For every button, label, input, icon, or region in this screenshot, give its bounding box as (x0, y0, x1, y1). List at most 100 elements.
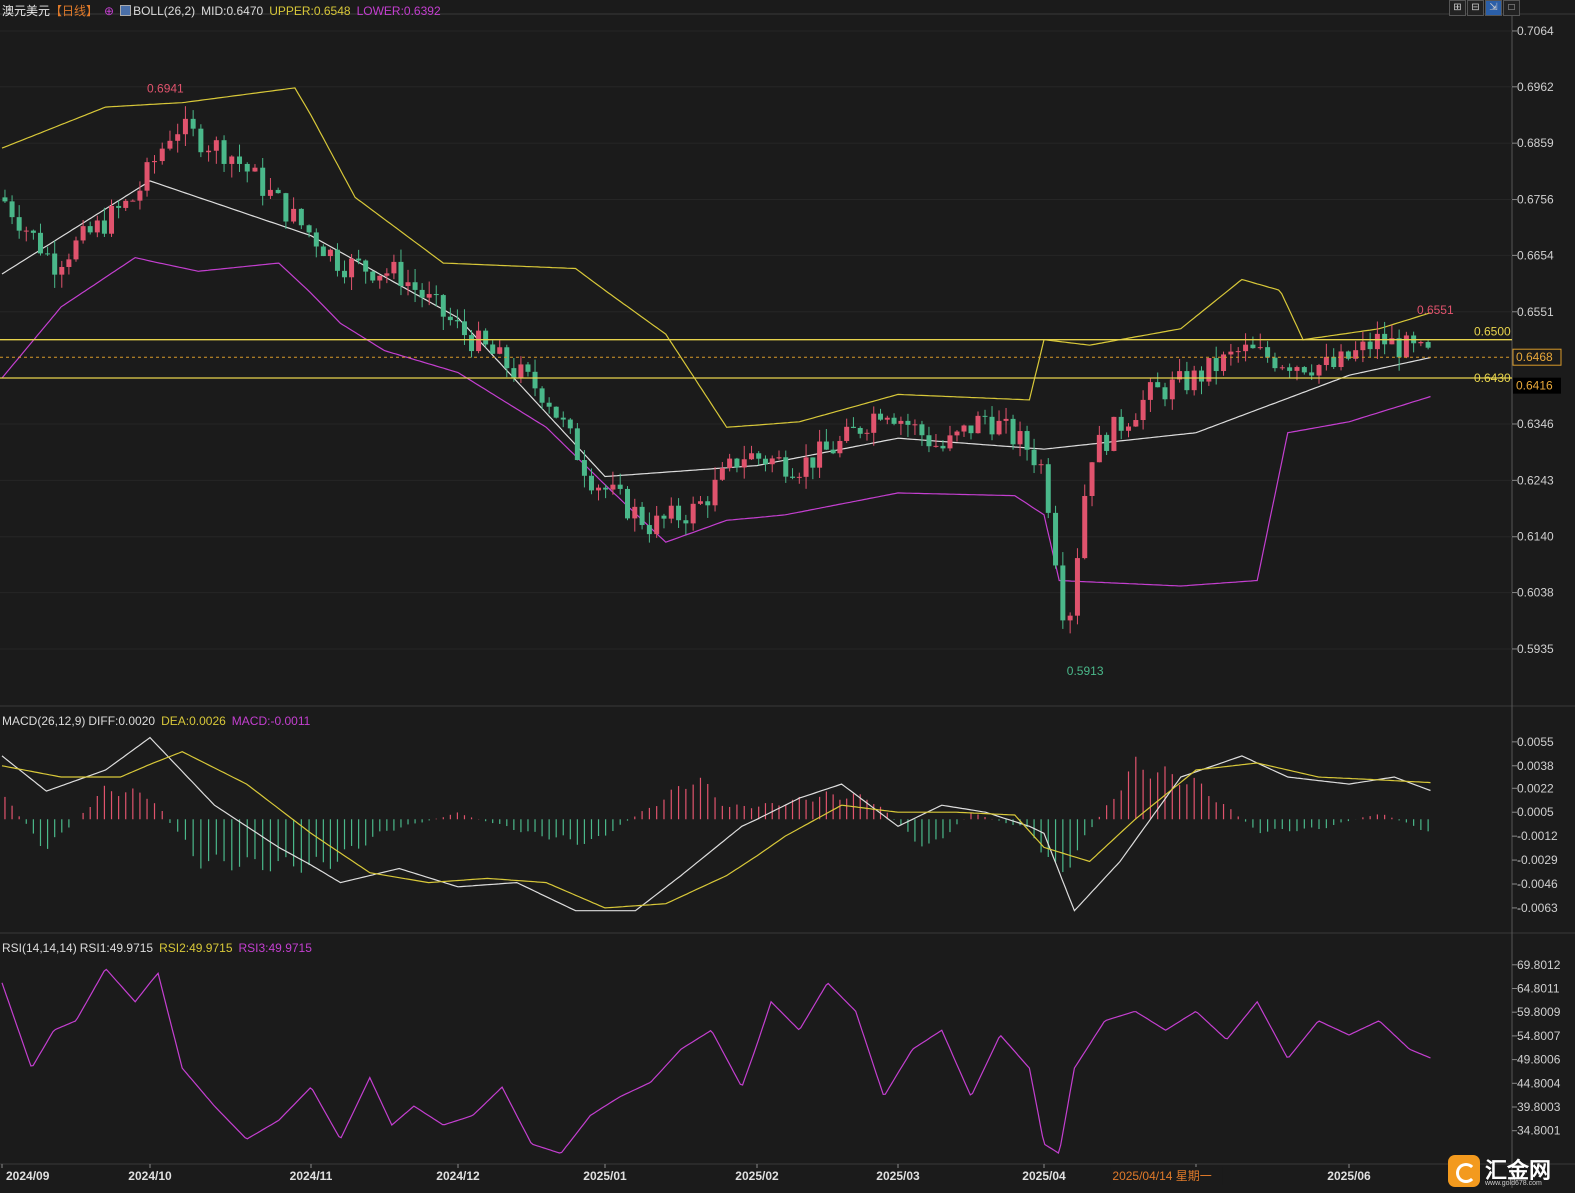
candle-down (891, 417, 897, 424)
candle-down (639, 506, 645, 526)
candle-up (803, 457, 809, 477)
candle-up (182, 118, 188, 135)
zoom-in-icon[interactable]: ⊞ (1449, 0, 1466, 16)
candle-down (244, 163, 250, 172)
candle-up (66, 259, 72, 267)
candle-up (1089, 462, 1095, 497)
level-label: 0.6500 (1474, 325, 1511, 339)
x-tick-label: 2025/03 (876, 1169, 920, 1183)
y-tick-label: 0.7064 (1517, 24, 1554, 38)
candle-up (1067, 615, 1073, 621)
candle-up (291, 208, 297, 222)
candle-down (1287, 367, 1293, 371)
x-tick-label: 2025/01 (583, 1169, 627, 1183)
macd-tick-label: 0.0055 (1517, 735, 1554, 749)
expand-icon[interactable]: □ (1503, 0, 1520, 16)
circle-plus-icon[interactable]: ⊕ (104, 4, 114, 18)
macd-tick-label: 0.0038 (1517, 759, 1554, 773)
candle-up (719, 468, 725, 480)
candle-down (237, 156, 243, 164)
candle-up (327, 249, 333, 257)
candle-down (511, 368, 517, 378)
candle-up (610, 484, 616, 490)
rsi-tick-label: 44.8004 (1517, 1076, 1561, 1090)
candle-down (342, 270, 348, 278)
zoom-out-icon[interactable]: ⊟ (1467, 0, 1484, 16)
period-label[interactable]: 【日线】 (50, 4, 98, 18)
candle-down (553, 406, 559, 418)
boll-upper: UPPER:0.6548 (269, 4, 351, 18)
candle-up (59, 266, 65, 275)
candle-down (198, 128, 204, 153)
candle-down (1010, 418, 1016, 445)
candle-up (213, 140, 219, 151)
candle-down (830, 449, 836, 454)
rsi1-value: RSI1:49.9715 (79, 941, 154, 955)
candle-down (989, 416, 995, 435)
candle-down (683, 520, 689, 524)
candle-up (884, 417, 890, 420)
candle-down (1024, 431, 1030, 450)
candle-down (823, 441, 829, 450)
high-annotation: 0.6941 (147, 81, 184, 95)
candle-down (298, 208, 304, 226)
candle-down (221, 140, 227, 164)
candle-up (1074, 558, 1080, 616)
candle-up (1279, 367, 1285, 369)
x-tick-label: 2025/06 (1327, 1169, 1371, 1183)
candle-down (37, 232, 43, 254)
candle-up (727, 458, 733, 469)
macd-value: MACD:-0.0011 (231, 714, 311, 728)
fit-icon[interactable]: ⇲ (1485, 0, 1502, 16)
x-tick-label: 2024/11 (290, 1169, 333, 1183)
boll-mid: MID:0.6470 (201, 4, 264, 18)
candle-up (123, 200, 129, 208)
candle-up (130, 200, 136, 202)
candle-down (1301, 367, 1307, 373)
candle-up (1126, 426, 1132, 431)
candle-up (796, 476, 802, 478)
indicator-toggle-icon[interactable] (120, 5, 132, 16)
candle-down (260, 167, 266, 196)
candle-up (741, 459, 747, 468)
candle-down (790, 476, 796, 478)
y-tick-label: 0.6243 (1517, 473, 1554, 487)
candle-down (982, 415, 988, 417)
candle-down (1060, 565, 1066, 621)
candle-down (101, 220, 107, 234)
candle-down (574, 428, 580, 461)
candle-up (776, 457, 782, 459)
macd-name: MACD(26,12,9) (2, 714, 86, 728)
candle-up (654, 515, 660, 535)
candle-down (857, 427, 863, 434)
macd-diff: DIFF:0.0020 (88, 714, 156, 728)
candle-up (596, 487, 602, 491)
candle-down (483, 330, 489, 345)
candle-up (947, 435, 953, 449)
candle-up (377, 275, 383, 281)
candle-up (1017, 431, 1023, 445)
candle-down (1118, 416, 1124, 431)
candle-down (1045, 464, 1051, 513)
candle-down (539, 388, 545, 403)
candle-down (16, 217, 22, 231)
candle-up (384, 273, 390, 276)
candle-up (697, 501, 703, 504)
y-tick-label: 0.6962 (1517, 80, 1554, 94)
rsi-tick-label: 34.8001 (1517, 1124, 1561, 1138)
candle-down (588, 475, 594, 491)
candle-down (1162, 387, 1168, 400)
candle-up (1374, 333, 1380, 350)
candle-up (1360, 341, 1366, 351)
candle-down (567, 419, 573, 429)
macd-tick-label: -0.0029 (1517, 853, 1558, 867)
candle-up (229, 156, 235, 164)
candle-up (1316, 365, 1322, 376)
candle-down (783, 457, 789, 477)
candle-down (546, 402, 552, 407)
candle-down (433, 294, 439, 296)
rsi-tick-label: 69.8012 (1517, 958, 1561, 972)
candle-up (898, 420, 904, 424)
candle-up (1338, 351, 1344, 368)
candle-down (1053, 512, 1059, 566)
